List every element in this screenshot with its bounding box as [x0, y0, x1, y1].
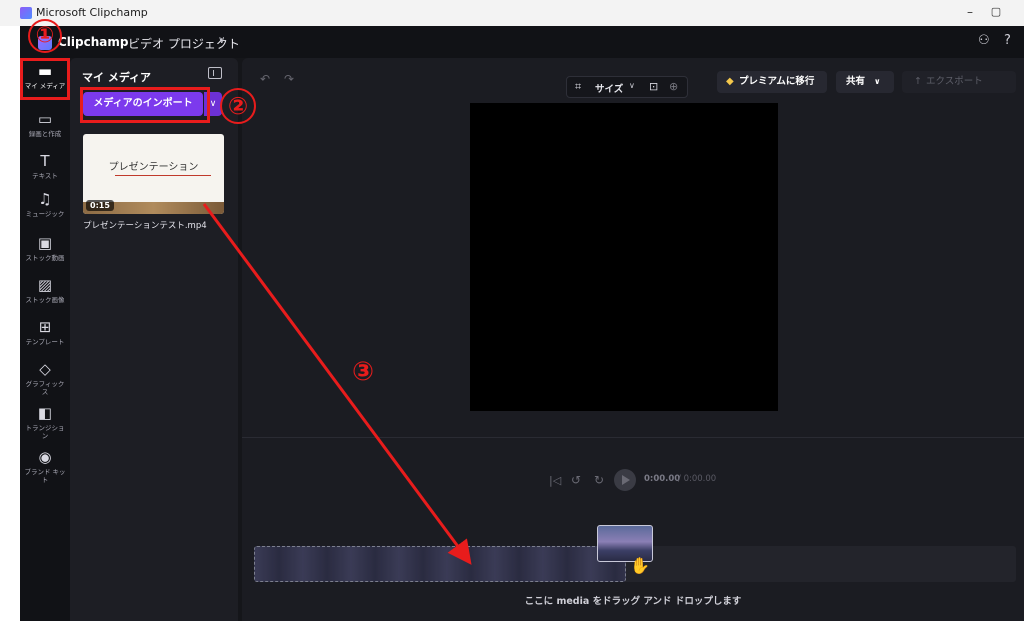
upload-icon: ↑	[914, 76, 922, 87]
nav-item-label: ストック動画	[25, 254, 65, 262]
slide-title-text: プレゼンテーション	[108, 162, 199, 173]
nav-item-label: ブランド キット	[24, 468, 66, 484]
transition-icon: ◧	[37, 404, 53, 422]
nav-item-stock-image[interactable]: ▨ ストック画像	[20, 276, 70, 304]
help-icon[interactable]: ?	[1004, 33, 1011, 48]
music-icon: ♫	[38, 190, 52, 208]
redo-icon[interactable]: ↷	[284, 72, 294, 86]
chevron-down-icon[interactable]: ∨	[218, 35, 225, 46]
brand-icon: ◉	[38, 448, 52, 466]
media-thumbnail[interactable]: プレゼンテーション 0:15	[83, 134, 224, 214]
screenshot: Microsoft Clipchamp – ▢ Clipchamp ビデオ プロ…	[0, 0, 1024, 621]
chevron-down-icon: ∨	[874, 77, 881, 86]
image-icon: ▨	[37, 276, 53, 294]
nav-item-label: ミュージック	[25, 210, 65, 218]
size-dropdown[interactable]: サイズ	[595, 81, 623, 95]
nav-item-label: グラフィックス	[25, 380, 65, 396]
nav-item-stock-video[interactable]: ▣ ストック動画	[20, 234, 70, 262]
collaborate-icon[interactable]: ⚇	[978, 33, 990, 48]
app-header: Clipchamp ビデオ プロジェクト ∨ ⚇ ?	[20, 26, 1024, 58]
maximize-button[interactable]: ▢	[986, 2, 1006, 22]
collapse-panel-icon[interactable]	[208, 67, 222, 79]
shapes-icon: ◇	[39, 360, 51, 378]
nav-item-label: ストック画像	[25, 296, 65, 304]
export-button[interactable]: ↑ エクスポート	[902, 71, 1016, 93]
forward-icon[interactable]: ↻	[594, 473, 604, 487]
duration-badge: 0:15	[86, 200, 114, 211]
nav-item-graphics[interactable]: ◇ グラフィックス	[20, 360, 70, 396]
editor-area: ↶ ↷ ⌗ サイズ ∨ ⊡ ⊕ ◆ プレミアムに移行 共有 ∨ ↑ エクスポート	[242, 58, 1024, 621]
fit-icon[interactable]: ⊡	[649, 80, 658, 93]
aspect-ratio-icon[interactable]: ⌗	[575, 80, 581, 94]
text-icon: T	[40, 152, 50, 170]
clipchamp-app-icon	[20, 7, 32, 19]
diamond-icon: ◆	[726, 76, 734, 87]
nav-item-templates[interactable]: ⊞ テンプレート	[20, 318, 70, 346]
nav-item-transitions[interactable]: ◧ トランジション	[20, 404, 70, 440]
divider	[242, 437, 1024, 438]
film-icon: ▣	[37, 234, 53, 252]
preview-toolbar: ⌗ サイズ ∨ ⊡ ⊕	[566, 76, 688, 98]
share-label: 共有	[846, 76, 866, 87]
rewind-icon[interactable]: ↺	[571, 473, 581, 487]
upgrade-premium-button[interactable]: ◆ プレミアムに移行	[717, 71, 827, 93]
annotation-number-1: ①	[28, 19, 62, 53]
slide-underline	[115, 175, 211, 176]
drop-placeholder-strip	[254, 546, 626, 582]
chevron-down-icon[interactable]: ∨	[629, 81, 635, 90]
annotation-box-2	[80, 87, 210, 123]
preview-canvas[interactable]	[470, 103, 778, 411]
hand-cursor-icon: ✋	[630, 556, 650, 575]
nav-item-label: テンプレート	[25, 338, 65, 346]
current-time: 0:00.00	[644, 474, 681, 484]
os-title-bar: Microsoft Clipchamp – ▢	[0, 0, 1024, 26]
premium-label: プレミアムに移行	[739, 76, 815, 87]
annotation-box-1	[20, 58, 70, 100]
nav-item-label: 録画と作成	[28, 130, 62, 138]
nav-item-music[interactable]: ♫ ミュージック	[20, 190, 70, 218]
panel-title: マイ メディア	[82, 71, 152, 84]
nav-item-label: テキスト	[32, 172, 58, 180]
play-button[interactable]	[614, 469, 636, 491]
nav-item-text[interactable]: T テキスト	[20, 152, 70, 180]
logo-text: Clipchamp	[58, 35, 129, 49]
left-nav: ▬ マイ メディア ▭ 録画と作成 T テキスト ♫ ミュージック ▣ ストック…	[20, 58, 70, 621]
zoom-icon[interactable]: ⊕	[669, 80, 678, 93]
export-label: エクスポート	[926, 76, 983, 87]
window-title: Microsoft Clipchamp	[36, 6, 148, 19]
annotation-number-2: ②	[220, 88, 256, 124]
media-file-name: プレゼンテーションテスト.mp4	[83, 221, 207, 231]
drop-hint-text: ここに media をドラッグ アンド ドロップします	[524, 596, 742, 607]
share-button[interactable]: 共有 ∨	[836, 71, 894, 93]
skip-start-icon[interactable]: |◁	[549, 474, 561, 487]
nav-item-label: トランジション	[25, 424, 65, 440]
annotation-number-3: ③	[351, 357, 374, 387]
template-icon: ⊞	[38, 318, 52, 336]
media-panel: マイ メディア メディアのインポート ∨ プレゼンテーション 0:15 プレゼン…	[70, 58, 238, 621]
camera-icon: ▭	[37, 110, 53, 128]
undo-icon[interactable]: ↶	[260, 72, 270, 86]
total-time: / 0:00.00	[678, 474, 717, 484]
minimize-button[interactable]: –	[960, 2, 980, 22]
nav-item-brand-kit[interactable]: ◉ ブランド キット	[20, 448, 70, 484]
nav-item-record-create[interactable]: ▭ 録画と作成	[20, 110, 70, 138]
